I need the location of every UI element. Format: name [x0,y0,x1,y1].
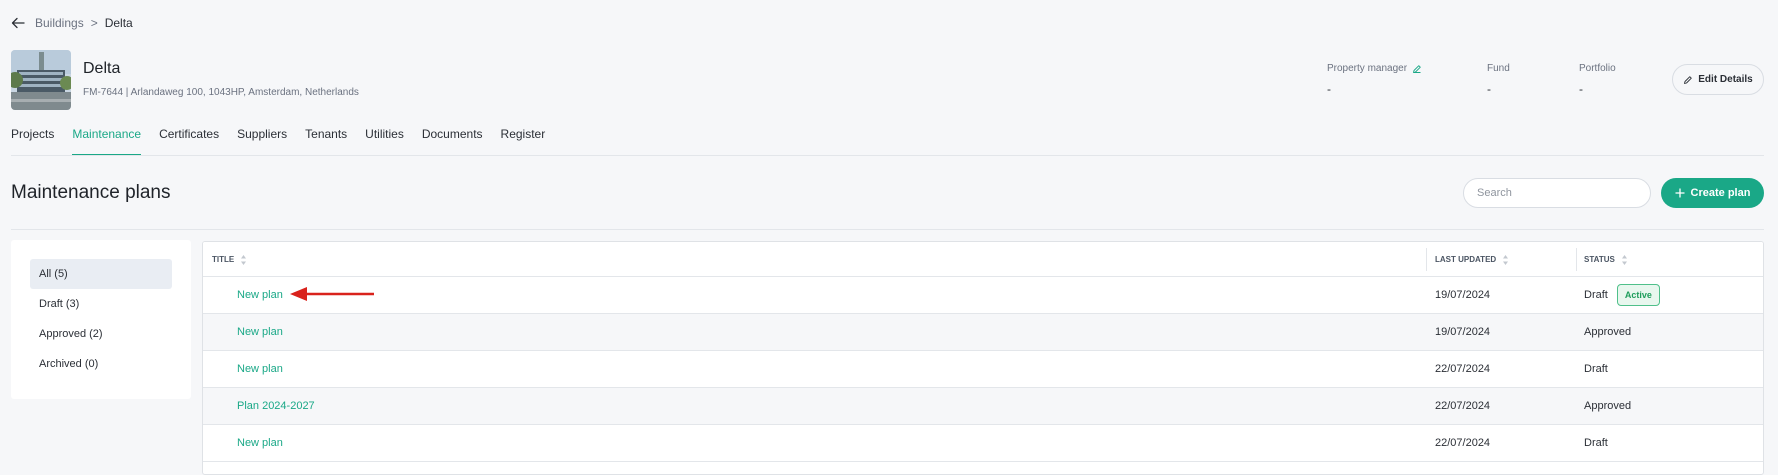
search-input[interactable] [1463,178,1651,208]
column-header-last-updated-label: LAST UPDATED [1435,255,1497,264]
plus-icon [1674,188,1685,198]
sort-icon [1621,254,1627,265]
status-cell: Draft [1584,363,1608,375]
fund-field: Fund - [1487,63,1510,96]
breadcrumb: Buildings > Delta [11,14,133,32]
pencil-icon[interactable] [1412,64,1422,74]
plan-title-link[interactable]: New plan [237,425,283,461]
last-updated-cell: 19/07/2024 [1435,326,1491,338]
tab-tenants[interactable]: Tenants [305,127,347,155]
column-header-title-label: TITLE [212,255,235,264]
last-updated-cell: 19/07/2024 [1435,289,1491,301]
back-arrow-icon[interactable] [11,15,27,31]
tab-certificates[interactable]: Certificates [159,127,219,155]
plan-title-link[interactable]: New plan [237,351,283,387]
status-badge: Active [1616,284,1660,306]
filter-archived[interactable]: Archived (0) [30,349,172,379]
pencil-icon [1683,75,1693,85]
property-manager-label: Property manager [1327,63,1408,74]
column-divider [1576,248,1577,271]
table-row[interactable]: New plan 19/07/2024 Draft Active [203,277,1763,314]
breadcrumb-separator: > [90,16,98,30]
create-plan-label: Create plan [1690,187,1751,199]
building-name: Delta [83,60,121,77]
tab-register[interactable]: Register [501,127,546,155]
column-header-last-updated[interactable]: LAST UPDATED [1435,242,1509,277]
property-manager-field: Property manager - [1327,63,1422,96]
table-header: TITLE LAST UPDATED STATUS [203,242,1763,277]
building-thumbnail [11,50,71,110]
tab-maintenance[interactable]: Maintenance [72,127,141,156]
fund-label: Fund [1487,63,1510,74]
last-updated-cell: 22/07/2024 [1435,400,1491,412]
header-divider [11,229,1764,230]
filter-all[interactable]: All (5) [30,259,172,289]
breadcrumb-buildings-link[interactable]: Buildings [35,16,84,30]
status-cell: Draft Active [1584,277,1660,313]
column-header-status-label: STATUS [1584,255,1615,264]
status-cell: Approved [1584,326,1632,338]
building-address: FM-7644 | Arlandaweg 100, 1043HP, Amster… [83,87,359,98]
table-row[interactable]: New plan 22/07/2024 Draft [203,425,1763,462]
status-text: Draft [1584,289,1608,301]
edit-details-label: Edit Details [1698,74,1753,85]
tab-suppliers[interactable]: Suppliers [237,127,287,155]
breadcrumb-current: Delta [104,16,133,30]
status-cell: Approved [1584,400,1632,412]
annotation-arrow-icon [290,287,374,301]
filter-approved[interactable]: Approved (2) [30,319,172,349]
page-title: Maintenance plans [11,182,171,203]
sort-icon [241,254,247,265]
column-header-status[interactable]: STATUS [1584,242,1628,277]
plan-title-link[interactable]: Plan 2024-2027 [237,388,315,424]
column-divider [1426,248,1427,271]
fund-value: - [1487,82,1491,96]
portfolio-value: - [1579,82,1583,96]
table-row[interactable]: New plan 22/07/2024 Draft [203,351,1763,388]
tab-utilities[interactable]: Utilities [365,127,404,155]
create-plan-button[interactable]: Create plan [1661,178,1764,208]
column-header-title[interactable]: TITLE [212,242,247,277]
property-manager-value: - [1327,82,1331,96]
filter-draft[interactable]: Draft (3) [30,289,172,319]
last-updated-cell: 22/07/2024 [1435,363,1491,375]
edit-details-button[interactable]: Edit Details [1672,64,1764,95]
building-tabs: Projects Maintenance Certificates Suppli… [11,127,563,156]
table-row[interactable]: New plan 19/07/2024 Approved [203,314,1763,351]
status-cell: Draft [1584,437,1608,449]
plans-table: TITLE LAST UPDATED STATUS New plan 19/07… [202,241,1764,475]
tab-documents[interactable]: Documents [422,127,483,155]
plan-title-link[interactable]: New plan [237,314,283,350]
last-updated-cell: 22/07/2024 [1435,437,1491,449]
sort-icon [1503,254,1509,265]
tab-projects[interactable]: Projects [11,127,54,155]
plan-title-link[interactable]: New plan [237,277,283,313]
tabs-divider [11,155,1764,156]
portfolio-label: Portfolio [1579,63,1616,74]
portfolio-field: Portfolio - [1579,63,1616,96]
status-filter-panel: All (5) Draft (3) Approved (2) Archived … [11,240,191,399]
table-row[interactable]: Plan 2024-2027 22/07/2024 Approved [203,388,1763,425]
